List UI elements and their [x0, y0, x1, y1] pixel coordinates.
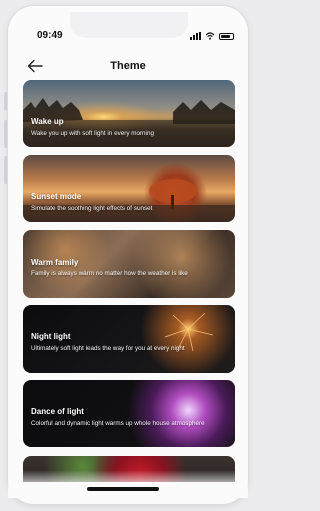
- status-time: 09:49: [37, 30, 63, 41]
- status-icons: [190, 32, 234, 40]
- theme-title: Warm family: [31, 258, 79, 267]
- theme-description: Simulate the soothing light effects of s…: [31, 205, 153, 212]
- theme-title: Wake up: [31, 117, 64, 126]
- theme-card-warm-family[interactable]: Warm family Family is always warm no mat…: [23, 230, 235, 298]
- home-indicator: [87, 487, 159, 491]
- theme-card-night-light[interactable]: Night light Ultimately soft light leads …: [23, 305, 235, 373]
- theme-description: Wake you up with soft light in every mor…: [31, 130, 154, 137]
- theme-description: Ultimately soft light leads the way for …: [31, 345, 185, 352]
- theme-card-wake-up[interactable]: Wake up Wake you up with soft light in e…: [23, 80, 235, 147]
- theme-card-sunset-mode[interactable]: Sunset mode Simulate the soothing light …: [23, 155, 235, 222]
- theme-title: Dance of light: [31, 407, 84, 416]
- bottom-fade: [8, 470, 248, 498]
- page-title: Theme: [110, 60, 146, 72]
- wifi-icon: [205, 32, 215, 40]
- battery-icon: [219, 33, 234, 40]
- theme-description: Family is always warm no matter how the …: [31, 270, 188, 277]
- theme-title: Night light: [31, 332, 71, 341]
- status-bar: 09:49: [8, 30, 248, 46]
- theme-description: Colorful and dynamic light warms up whol…: [31, 420, 205, 427]
- header: Theme: [8, 56, 248, 78]
- theme-title: Sunset mode: [31, 192, 82, 201]
- signal-icon: [190, 32, 201, 40]
- theme-card-dance-of-light[interactable]: Dance of light Colorful and dynamic ligh…: [23, 380, 235, 447]
